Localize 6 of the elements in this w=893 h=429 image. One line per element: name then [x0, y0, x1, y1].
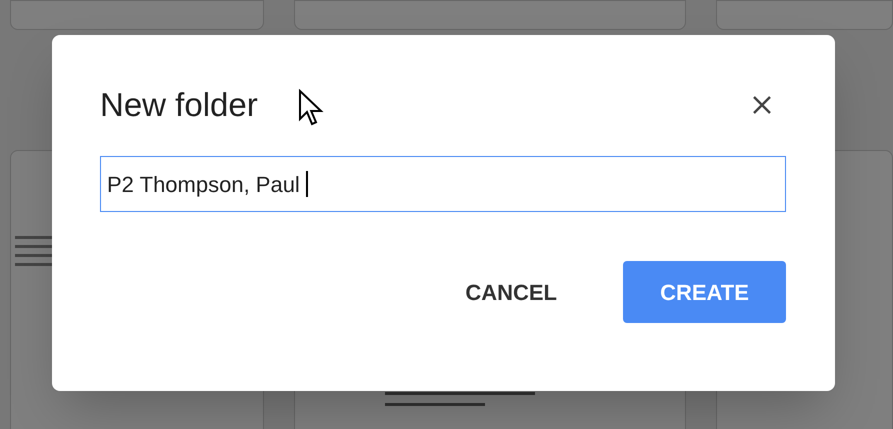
close-icon[interactable]	[752, 95, 772, 115]
cancel-button[interactable]: CANCEL	[465, 261, 557, 323]
document-text-drawing	[15, 236, 55, 266]
mouse-pointer-icon	[298, 89, 324, 127]
folder-name-field[interactable]: P2 Thompson, Paul	[100, 156, 786, 212]
dialog-title: New folder	[100, 85, 258, 126]
